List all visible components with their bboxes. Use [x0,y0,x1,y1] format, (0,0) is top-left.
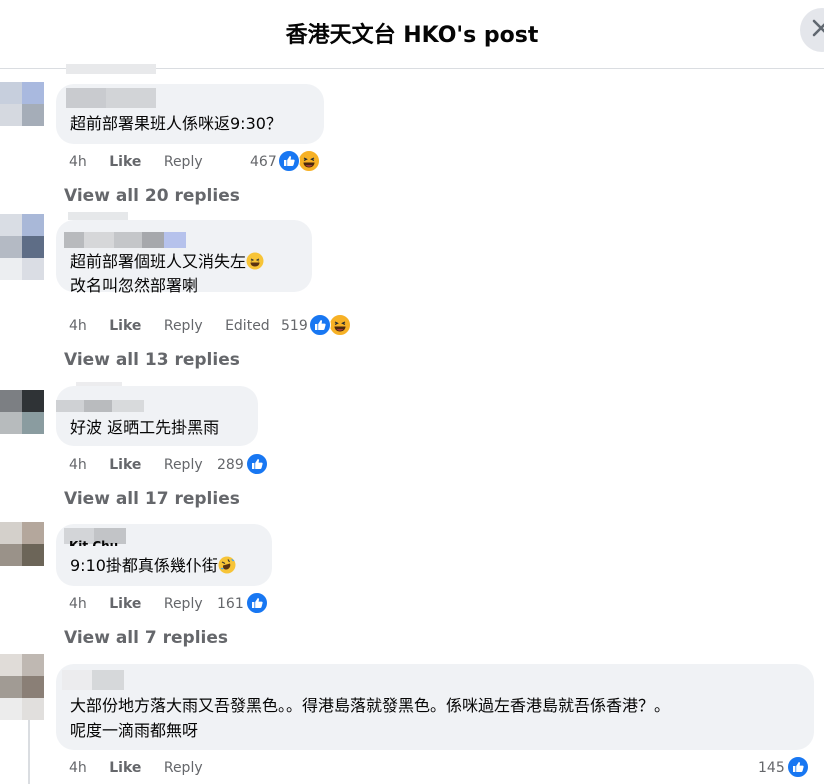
reply-button[interactable]: Reply [164,596,203,612]
view-replies-link[interactable]: View all 17 replies [64,489,240,509]
comment-text-line: 改名叫忽然部署喇 [70,276,199,295]
like-icon [309,314,331,336]
comment-text-line: 大部份地方落大雨又吾發黑色。。得港島落就發黑色。係咪過左香港島就吾係香港？。 [70,696,671,715]
comment-text: 好波 返晒工先掛黑雨 [70,418,220,437]
comment-time[interactable]: 4h [69,457,87,473]
avatar[interactable] [0,214,44,258]
like-button[interactable]: Like [109,318,141,334]
view-replies-link[interactable]: View all 20 replies [64,186,240,206]
comment-text-line: 超前部署個班人又消失左 [70,252,247,271]
post-title: 香港天文台 HKO's post [285,23,539,48]
comment-actions: 4h Like Reply [69,152,221,172]
comment-bubble: 超前部署果班人係咪返9:30？ [56,84,324,144]
reply-button[interactable]: Reply [164,760,203,776]
comment-bubble: 9:10掛都真係幾仆街 [56,524,272,586]
view-replies-link[interactable]: View all 7 replies [64,628,228,648]
avatar-continued [0,258,44,280]
like-button[interactable]: Like [109,596,141,612]
reply-button[interactable]: Reply [164,457,203,473]
like-icon [278,150,300,172]
comment-time[interactable]: 4h [69,596,87,612]
reaction-icons[interactable] [246,453,270,475]
author-name-blurred[interactable] [56,400,144,412]
comment-actions: 4h Like Reply Edited [69,316,288,336]
avatar[interactable] [0,82,44,126]
reaction-icons[interactable] [309,314,355,336]
laugh-emoji-icon [246,252,264,270]
like-button[interactable]: Like [109,457,141,473]
close-icon [812,19,824,37]
like-icon [246,453,268,475]
avatar[interactable] [0,390,44,434]
avatar[interactable] [0,654,44,698]
view-replies-link[interactable]: View all 13 replies [64,350,240,370]
comment-bubble: 大部份地方落大雨又吾發黑色。。得港島落就發黑色。係咪過左香港島就吾係香港？。 呢… [56,664,814,750]
comment-actions: 4h Like Reply [69,758,221,778]
reply-button[interactable]: Reply [164,154,203,170]
laugh-icon [329,314,351,336]
comment-actions: 4h Like Reply [69,594,221,614]
author-name-blurred[interactable] [66,64,156,84]
edited-label[interactable]: Edited [225,318,270,334]
comment-text: 超前部署個班人又消失左 [70,250,264,274]
like-button[interactable]: Like [109,760,141,776]
like-icon [246,592,268,614]
reaction-count[interactable]: 289 [217,453,244,477]
post-header: 香港天文台 HKO's post [0,0,824,69]
comment-time[interactable]: 4h [69,760,87,776]
partial-author-name[interactable]: Kit Chu [69,538,118,546]
author-name-blurred[interactable] [64,232,186,248]
comment-text-line: 呢度一滴雨都無呀 [70,721,199,740]
comment-bubble: 超前部署個班人又消失左 改名叫忽然部署喇 [56,220,312,295]
reply-button[interactable]: Reply [164,318,203,334]
reaction-count[interactable]: 467 [250,150,277,174]
reaction-count[interactable]: 519 [281,314,308,338]
reaction-icons[interactable] [787,756,811,778]
reaction-count[interactable]: 161 [217,592,244,616]
comment-text: 超前部署果班人係咪返9:30？ [70,114,282,133]
reaction-icons[interactable] [246,592,270,614]
avatar[interactable] [0,522,44,566]
comment-time[interactable]: 4h [69,318,87,334]
comment-text-line: 9:10掛都真係幾仆街 [70,556,218,575]
comment-actions: 4h Like Reply [69,455,221,475]
author-name-blurred[interactable] [62,670,124,690]
like-button[interactable]: Like [109,154,141,170]
avatar-continued [0,698,44,720]
reaction-icons[interactable] [278,150,324,172]
comment-time[interactable]: 4h [69,154,87,170]
thread-line [28,718,30,784]
like-icon [787,756,809,778]
author-name-blurred[interactable] [66,88,156,108]
laugh-icon [298,150,320,172]
rofl-emoji-icon [218,556,236,574]
comment-text: 9:10掛都真係幾仆街 [70,554,236,578]
comment-bubble: 好波 返晒工先掛黑雨 [56,386,258,446]
reaction-count[interactable]: 145 [758,756,785,780]
